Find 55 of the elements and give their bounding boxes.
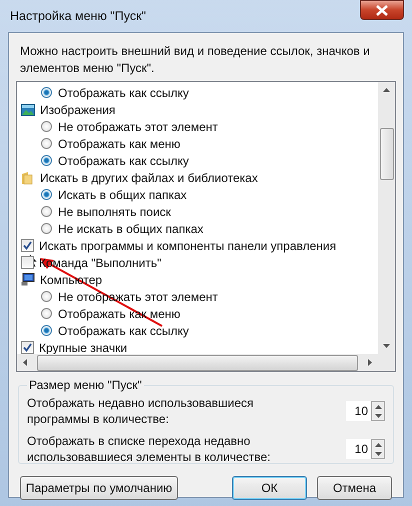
option-label: Отображать как ссылку: [58, 86, 189, 100]
scrollbar-thumb[interactable]: [37, 354, 358, 370]
scroll-right-icon[interactable]: [368, 359, 372, 366]
option-label: Отображать как меню: [58, 136, 180, 150]
close-icon: [376, 4, 388, 16]
option-label: Не выполнять поиск: [58, 204, 171, 218]
radio-button[interactable]: [41, 138, 52, 149]
cancel-button[interactable]: Отмена: [317, 476, 392, 500]
horizontal-scrollbar[interactable]: [17, 354, 378, 371]
radio-button[interactable]: [41, 325, 52, 336]
cursor-icon: [29, 253, 38, 268]
checkbox[interactable]: [21, 341, 34, 354]
group-heading: Искать в других файлах и библиотеках: [40, 170, 258, 184]
option-label: Крупные значки: [39, 340, 128, 354]
computer-icon: [21, 273, 35, 286]
checkbox[interactable]: [21, 239, 34, 252]
spinner-buttons[interactable]: [371, 401, 385, 421]
option-label: Не искать в общих папках: [58, 222, 204, 236]
down-arrow-icon[interactable]: [374, 452, 382, 456]
radio-button[interactable]: [41, 155, 52, 166]
setting-label: Отображать в списке перехода недавно использовавшиеся элементы в количестве:: [27, 433, 272, 465]
number-field[interactable]: 10: [346, 401, 371, 421]
option-label: Отображать как ссылку: [58, 154, 189, 168]
group-title: Размер меню "Пуск": [28, 378, 143, 392]
ok-button[interactable]: ОК: [232, 476, 307, 500]
option-label: Искать в общих папках: [58, 188, 187, 202]
checkbox[interactable]: [21, 256, 34, 269]
window-title: Настройка меню "Пуск": [9, 9, 146, 23]
option-label: Не отображать этот элемент: [58, 120, 218, 134]
number-field[interactable]: 10: [346, 439, 371, 459]
folder-icon: [21, 170, 33, 184]
radio-button[interactable]: [41, 189, 52, 200]
group-heading: Изображения: [40, 102, 116, 116]
scroll-up-icon[interactable]: [383, 88, 390, 92]
picture-icon: [21, 104, 35, 116]
scroll-down-icon[interactable]: [383, 344, 390, 348]
radio-button[interactable]: [41, 308, 52, 319]
radio-button[interactable]: [41, 206, 52, 217]
close-button[interactable]: [360, 0, 404, 20]
option-label: Отображать как ссылку: [58, 324, 189, 338]
description-text: Можно настроить внешний вид и поведение ссылок, значков и элементов меню "Пуск".: [19, 43, 371, 77]
radio-button[interactable]: [41, 223, 52, 234]
option-label: Искать программы и компоненты панели управления: [39, 238, 336, 252]
radio-button[interactable]: [41, 121, 52, 132]
up-arrow-icon[interactable]: [374, 442, 382, 446]
radio-button[interactable]: [41, 87, 52, 98]
defaults-button[interactable]: Параметры по умолчанию: [20, 476, 178, 500]
scrollbar-thumb[interactable]: [380, 128, 394, 180]
radio-button[interactable]: [41, 291, 52, 302]
setting-label: Отображать недавно использовавшиеся программы в количестве:: [27, 395, 255, 427]
spinner-buttons[interactable]: [371, 439, 385, 459]
scroll-left-icon[interactable]: [23, 359, 27, 366]
vertical-scrollbar[interactable]: [378, 82, 395, 354]
up-arrow-icon[interactable]: [374, 404, 382, 408]
down-arrow-icon[interactable]: [374, 414, 382, 418]
